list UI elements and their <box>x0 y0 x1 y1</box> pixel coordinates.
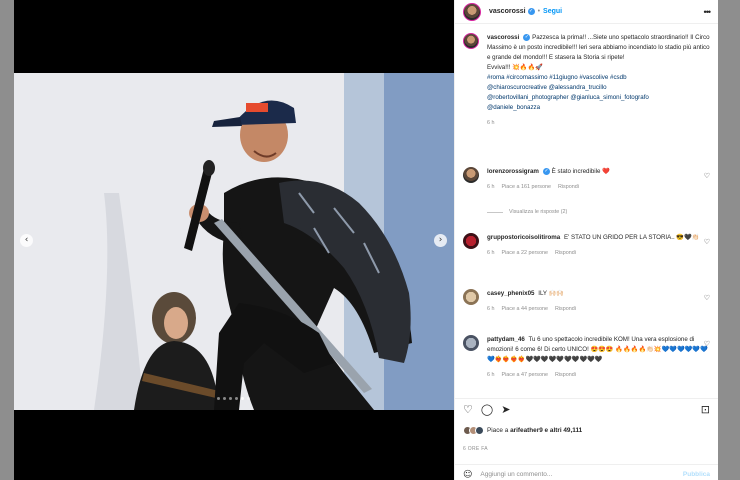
like-icon[interactable]: ♡ <box>463 403 473 416</box>
view-replies-label: Visualizza le risposte (2) <box>509 209 568 215</box>
comment-avatar[interactable] <box>463 335 479 351</box>
concert-photo-drawing <box>14 73 454 410</box>
liker-avatar[interactable] <box>475 426 484 435</box>
separator-dot: • <box>537 8 541 15</box>
comment-text: È stato incredibile ❤️ <box>551 168 610 175</box>
comment-body: pattydam_46 Tu 6 uno spettacolo incredib… <box>487 335 710 380</box>
publish-button[interactable]: Pubblica <box>683 471 710 478</box>
caption-hashtags[interactable]: #roma #circomassimo #11giugno #vascolive… <box>487 74 627 81</box>
caption-username[interactable]: vascorossi <box>487 34 519 41</box>
more-options-icon[interactable]: ••• <box>704 7 712 17</box>
verified-icon: ✓ <box>527 8 535 15</box>
comment-avatar[interactable] <box>463 233 479 249</box>
caption-tags-3[interactable]: @daniele_bonazza <box>487 104 540 111</box>
comment-meta: 6 h Piace a 44 persone Rispondi <box>487 304 710 314</box>
comment-username[interactable]: pattydam_46 <box>487 336 525 343</box>
likes-text: Piace a arifeather9 e altri 49,111 <box>487 427 582 434</box>
caption-time: 6 h <box>487 120 495 126</box>
comment-item: lorenzorossigram ✓ È stato incredibile ❤️… <box>455 167 718 192</box>
caption-meta: 6 h <box>487 118 710 128</box>
verified-icon: ✓ <box>523 33 531 41</box>
comment-time: 6 h <box>487 372 495 378</box>
comment-item: gruppostoricoisolitiroma E' STATO UN GRI… <box>455 233 718 258</box>
comment-meta: 6 h Piace a 161 persone Rispondi <box>487 182 710 192</box>
comment-text: E' STATO UN GRIDO PER LA STORIA.. 😎🖤👏🏻 <box>563 234 700 241</box>
comment-body: lorenzorossigram ✓ È stato incredibile ❤️… <box>487 167 710 192</box>
emoji-icon[interactable]: ☺ <box>463 470 472 480</box>
save-icon[interactable]: ⊡ <box>701 403 710 416</box>
author-avatar[interactable] <box>463 2 481 21</box>
previous-photo-button[interactable]: ‹ <box>20 234 33 247</box>
carousel-dot <box>229 397 232 400</box>
caption-tags-1[interactable]: @chiaroscurocreative @alessandra_trucill… <box>487 84 607 91</box>
comment-username[interactable]: casey_phenix05 <box>487 290 534 297</box>
comment-likes[interactable]: Piace a 22 persone <box>502 248 548 258</box>
post-time: 6 ORE FA <box>463 446 488 452</box>
carousel-dot <box>247 397 250 400</box>
comment-icon[interactable]: ◯ <box>481 403 493 416</box>
comment-meta: 6 h Piace a 22 persone Rispondi <box>487 248 710 258</box>
comment-input[interactable]: Aggiungi un commento... <box>480 471 552 478</box>
caption-text: Pazzesca la prima!! ...Siete uno spettac… <box>487 34 710 61</box>
carousel-dot <box>217 397 220 400</box>
comment-time: 6 h <box>487 250 495 256</box>
caption-avatar[interactable] <box>463 33 479 49</box>
caption: vascorossi ✓ Pazzesca la prima!! ...Siete… <box>455 33 718 128</box>
comment-text: ILY 🙌🏻🙌🏻 <box>538 290 565 297</box>
caption-tags-2[interactable]: @robertovillani_photographer @gianluca_s… <box>487 94 649 101</box>
next-photo-button[interactable]: › <box>434 234 447 247</box>
verified-icon: ✓ <box>542 167 550 175</box>
comment-likes[interactable]: Piace a 47 persone <box>502 370 548 380</box>
caption-text-2: Evviva!!! 💥🔥🔥🚀 <box>487 64 543 71</box>
comment-body: gruppostoricoisolitiroma E' STATO UN GRI… <box>487 233 710 258</box>
carousel-dot <box>241 397 244 400</box>
reply-button[interactable]: Rispondi <box>555 248 576 258</box>
comments-list[interactable]: vascorossi ✓ Pazzesca la prima!! ...Siete… <box>455 25 718 390</box>
carousel-indicator <box>217 397 250 400</box>
comment-likes[interactable]: Piace a 44 persone <box>502 304 548 314</box>
likes-suffix[interactable]: e altri 49,111 <box>543 427 583 434</box>
likes-summary: Piace a arifeather9 e altri 49,111 <box>463 426 582 435</box>
author-username[interactable]: vascorossi <box>489 8 526 15</box>
post-actions: ♡ ◯ ➤ ⊡ <box>455 398 718 420</box>
post-sidebar: vascorossi ✓ • Segui ••• vascorossi ✓ Paz… <box>454 0 718 480</box>
follow-button[interactable]: Segui <box>543 8 562 15</box>
comment-meta: 6 h Piace a 47 persone Rispondi <box>487 370 710 380</box>
concert-photo <box>14 73 454 410</box>
heart-icon[interactable]: ♡ <box>704 238 710 246</box>
comment-username[interactable]: gruppostoricoisolitiroma <box>487 234 560 241</box>
heart-icon[interactable]: ♡ <box>704 172 710 180</box>
comment-time: 6 h <box>487 306 495 312</box>
share-icon[interactable]: ➤ <box>501 403 510 416</box>
replies-line <box>487 211 503 213</box>
heart-icon[interactable]: ♡ <box>704 294 710 302</box>
comment-item: casey_phenix05 ILY 🙌🏻🙌🏻 6 h Piace a 44 p… <box>455 289 718 314</box>
carousel-dot <box>223 397 226 400</box>
comment-item: pattydam_46 Tu 6 uno spettacolo incredib… <box>455 335 718 380</box>
comment-avatar[interactable] <box>463 167 479 183</box>
heart-icon[interactable]: ♡ <box>704 340 710 348</box>
comment-username[interactable]: lorenzorossigram <box>487 168 539 175</box>
reply-button[interactable]: Rispondi <box>555 370 576 380</box>
comment-avatar[interactable] <box>463 289 479 305</box>
post-media: ‹ › <box>14 0 454 480</box>
reply-button[interactable]: Rispondi <box>555 304 576 314</box>
comment-body: casey_phenix05 ILY 🙌🏻🙌🏻 6 h Piace a 44 p… <box>487 289 710 314</box>
post-header: vascorossi ✓ • Segui ••• <box>455 0 718 24</box>
carousel-dot <box>235 397 238 400</box>
likes-user[interactable]: arifeather9 <box>510 427 543 434</box>
add-comment-bar: ☺ Aggiungi un commento... Pubblica <box>455 464 718 480</box>
view-replies-button[interactable]: Visualizza le risposte (2) <box>487 209 567 215</box>
reply-button[interactable]: Rispondi <box>558 182 579 192</box>
comment-time: 6 h <box>487 184 495 190</box>
likes-prefix: Piace a <box>487 427 511 434</box>
post-modal: ‹ › vascorossi ✓ • Segui ••• vascorossi ✓… <box>14 0 718 480</box>
caption-body: vascorossi ✓ Pazzesca la prima!! ...Siete… <box>487 33 710 128</box>
comment-likes[interactable]: Piace a 161 persone <box>502 182 551 192</box>
